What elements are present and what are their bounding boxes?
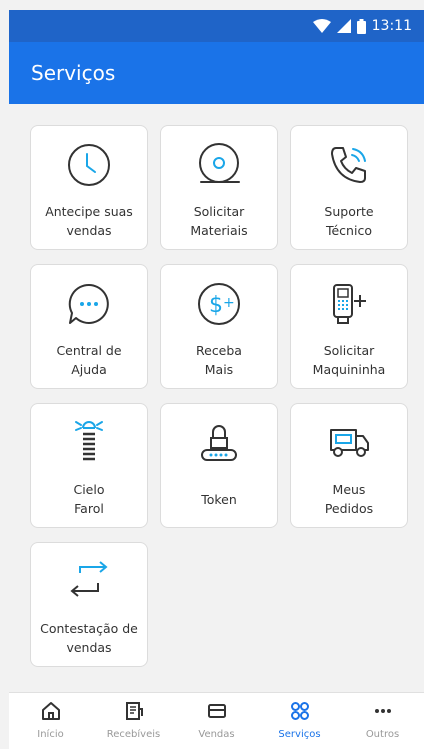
token-lock-icon (194, 418, 244, 468)
nav-item-outros[interactable]: Outros (341, 693, 424, 749)
service-label: Antecipe suas vendas (45, 204, 133, 238)
delivery-truck-icon (324, 418, 374, 468)
service-label: Suporte Técnico (324, 204, 374, 238)
service-tile-materiais[interactable]: Solicitar Materiais (160, 125, 278, 250)
nav-label: Início (37, 729, 64, 740)
clock-icon (64, 140, 114, 190)
card-icon (207, 701, 227, 725)
service-label: Receba Mais (196, 343, 242, 377)
service-label: Solicitar Materiais (190, 204, 248, 238)
nav-item-inicio[interactable]: Início (9, 693, 92, 749)
nav-item-vendas[interactable]: Vendas (175, 693, 258, 749)
paper-roll-icon (194, 140, 244, 190)
status-time: 13:11 (371, 18, 412, 34)
service-label: Meus Pedidos (324, 482, 374, 516)
service-tile-antecipe[interactable]: Antecipe suas vendas (30, 125, 148, 250)
bottom-navigation: Início Recebíveis Vendas Serviços Outros (9, 692, 424, 749)
service-tile-token[interactable]: Token (160, 403, 278, 528)
nav-item-servicos[interactable]: Serviços (258, 693, 341, 749)
service-label: Solicitar Maquininha (312, 343, 386, 377)
svg-text:+: + (223, 295, 235, 311)
service-tile-suporte[interactable]: Suporte Técnico (290, 125, 408, 250)
svg-text:$: $ (209, 293, 223, 318)
more-icon (373, 701, 393, 725)
service-tile-contestacao[interactable]: Contestação de vendas (30, 542, 148, 667)
services-grid: Antecipe suas vendas Solicitar Materiais… (9, 104, 424, 692)
wifi-icon (312, 19, 331, 33)
grid-icon (290, 701, 310, 725)
signal-icon (336, 19, 351, 33)
service-tile-meus-pedidos[interactable]: Meus Pedidos (290, 403, 408, 528)
nav-label: Vendas (198, 729, 235, 740)
service-tile-central-ajuda[interactable]: Central de Ajuda (30, 264, 148, 389)
battery-icon (356, 18, 366, 34)
service-label: Contestação de vendas (40, 621, 138, 655)
app-bar: Serviços (9, 42, 424, 104)
service-tile-cielo-farol[interactable]: Cielo Farol (30, 403, 148, 528)
service-label: Central de Ajuda (56, 343, 122, 377)
card-machine-plus-icon (324, 279, 374, 329)
dollar-plus-icon: $ + (194, 279, 244, 329)
service-label: Cielo Farol (73, 482, 105, 516)
chat-bubble-icon (64, 279, 114, 329)
nav-label: Outros (365, 729, 400, 740)
document-icon (124, 701, 144, 725)
nav-label: Serviços (278, 729, 321, 740)
swap-arrows-icon (64, 557, 114, 607)
lighthouse-icon (64, 418, 114, 468)
service-tile-maquininha[interactable]: Solicitar Maquininha (290, 264, 408, 389)
service-label: Token (201, 492, 237, 507)
nav-label: Recebíveis (106, 729, 161, 740)
home-icon (41, 701, 61, 725)
phone-ringing-icon (324, 140, 374, 190)
nav-item-recebiveis[interactable]: Recebíveis (92, 693, 175, 749)
status-bar: 13:11 (9, 10, 424, 42)
page-title: Serviços (31, 61, 116, 85)
service-tile-receba-mais[interactable]: $ + Receba Mais (160, 264, 278, 389)
